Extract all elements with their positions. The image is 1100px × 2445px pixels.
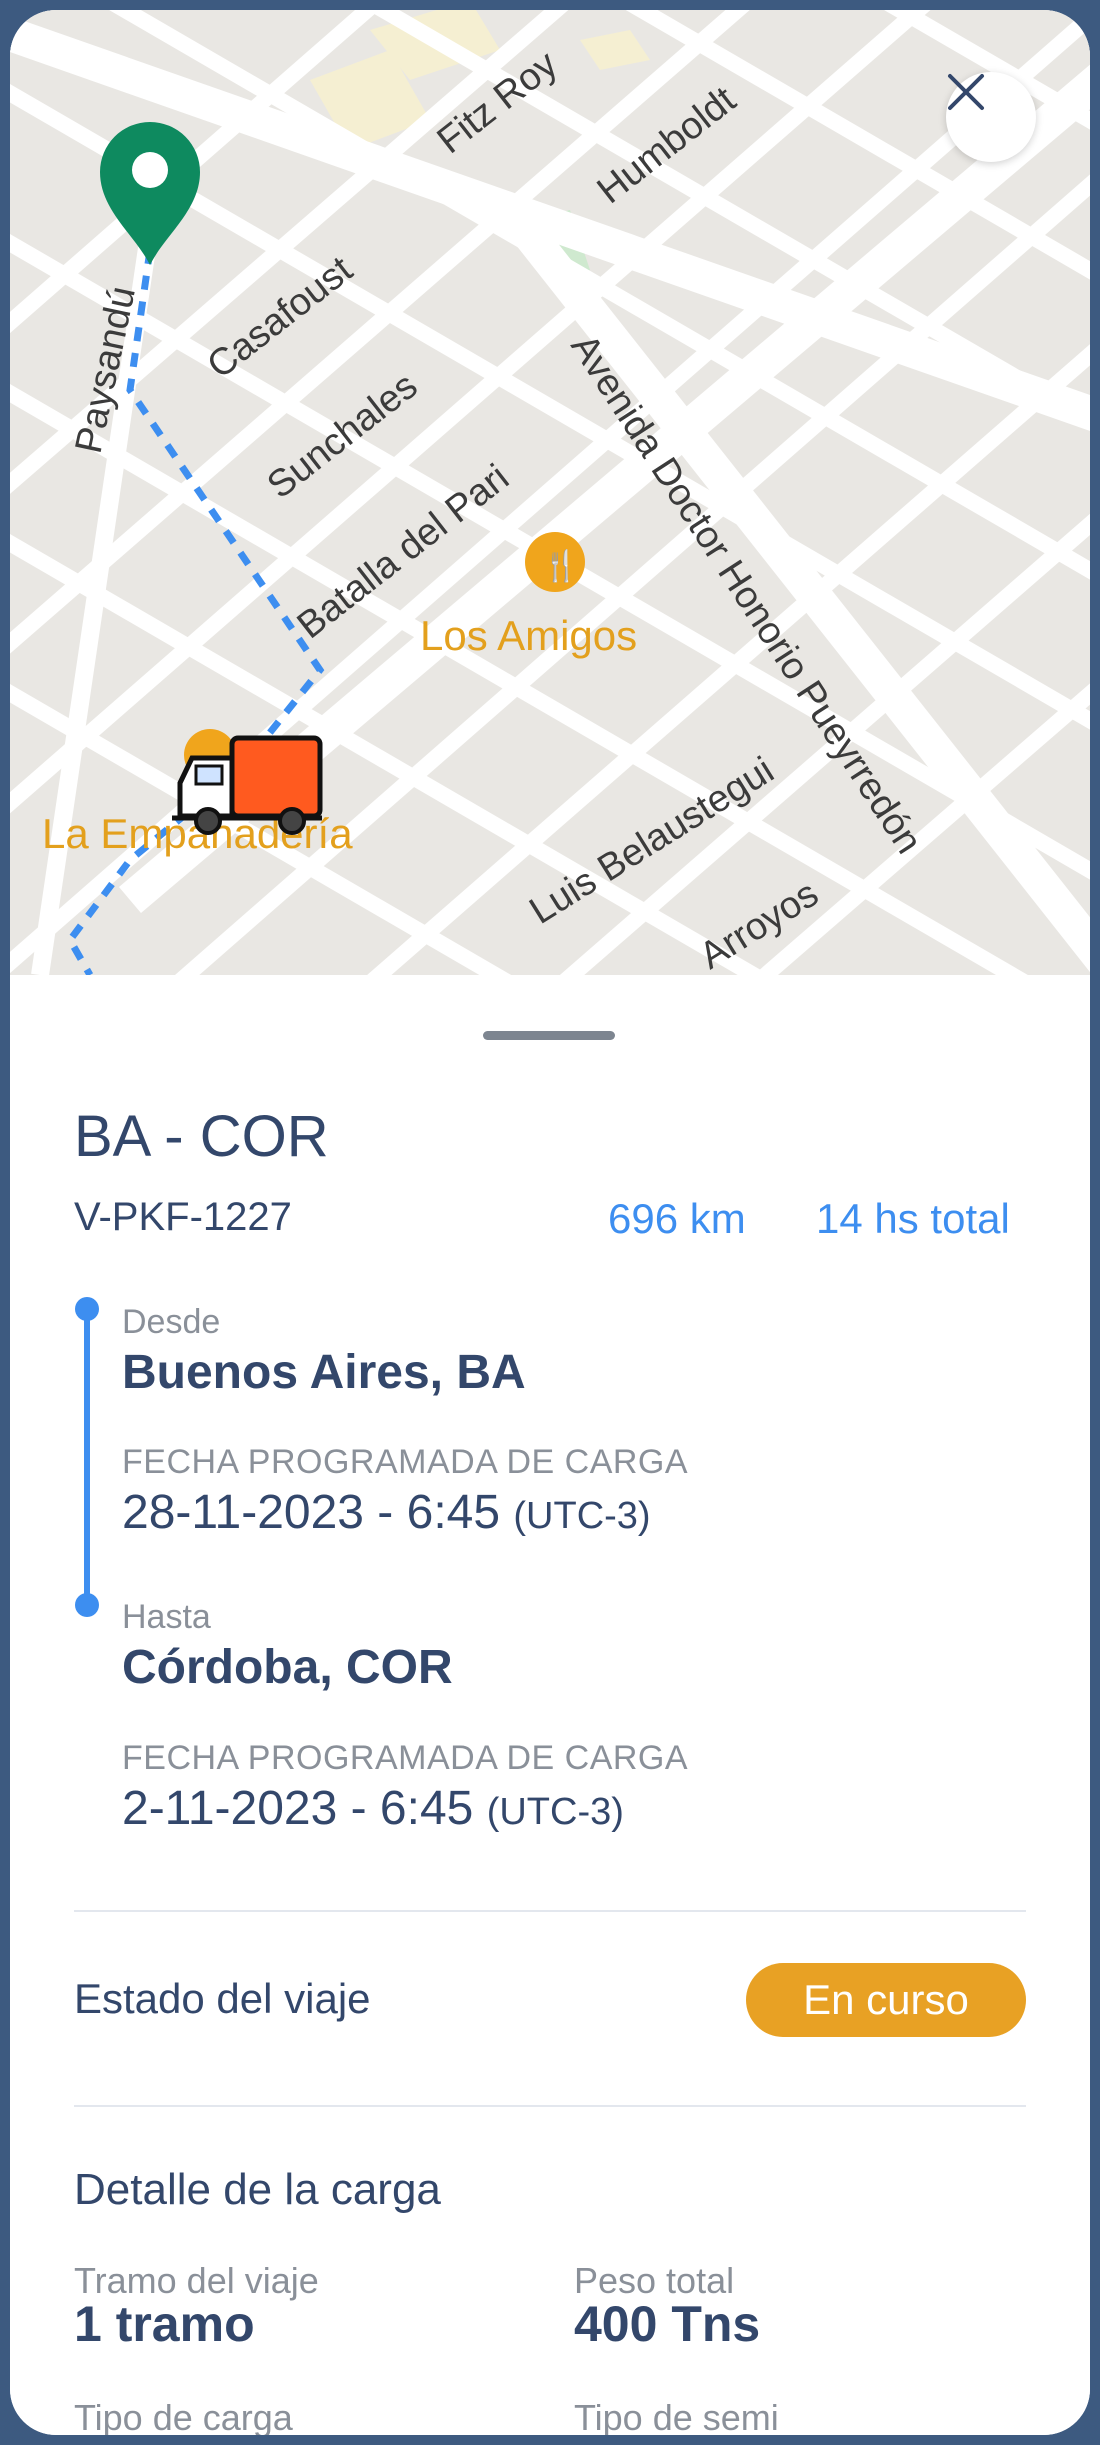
segments-value: 1 tramo [74, 2296, 255, 2352]
destination-label: Hasta [122, 1598, 211, 1636]
destination-date-label: FECHA PROGRAMADA DE CARGA [122, 1739, 689, 1777]
divider [74, 2105, 1026, 2107]
close-button[interactable] [946, 72, 1036, 162]
trip-duration: 14 hs total [816, 1195, 1010, 1242]
trip-details-sheet: BA - COR V-PKF-1227 696 km 14 hs total D… [10, 975, 1090, 2435]
destination-date: 2-11-2023 - 6:45 (UTC-3) [122, 1782, 624, 1835]
route-title: BA - COR [74, 1104, 329, 1169]
close-icon [948, 74, 984, 110]
status-label: Estado del viaje [74, 1975, 371, 2022]
place-label: Los Amigos [420, 612, 637, 659]
cargo-section-title: Detalle de la carga [74, 2165, 441, 2214]
fork-knife-icon: 🍴 [542, 548, 579, 584]
origin-date-label: FECHA PROGRAMADA DE CARGA [122, 1443, 689, 1481]
divider [74, 1910, 1026, 1912]
origin-label: Desde [122, 1303, 221, 1341]
timeline-line [84, 1309, 90, 1605]
map-canvas[interactable]: Fitz Roy Humboldt Casafoust Paysandú Sun… [10, 10, 1090, 975]
timeline-dot-destination [75, 1593, 99, 1617]
origin-date: 28-11-2023 - 6:45 (UTC-3) [122, 1486, 651, 1539]
origin-city: Buenos Aires, BA [122, 1346, 526, 1399]
vehicle-id: V-PKF-1227 [74, 1195, 292, 1239]
drag-handle[interactable] [483, 1031, 615, 1040]
phone-frame: Fitz Roy Humboldt Casafoust Paysandú Sun… [10, 10, 1090, 2435]
map-view[interactable]: Fitz Roy Humboldt Casafoust Paysandú Sun… [10, 10, 1090, 975]
cargo-type-label: Tipo de carga [74, 2397, 293, 2435]
status-badge: En curso [746, 1963, 1026, 2037]
semi-type-label: Tipo de semi [574, 2397, 779, 2435]
weight-value: 400 Tns [574, 2296, 761, 2352]
timeline-dot-origin [75, 1297, 99, 1321]
trip-distance: 696 km [608, 1195, 746, 1242]
destination-city: Córdoba, COR [122, 1641, 453, 1694]
